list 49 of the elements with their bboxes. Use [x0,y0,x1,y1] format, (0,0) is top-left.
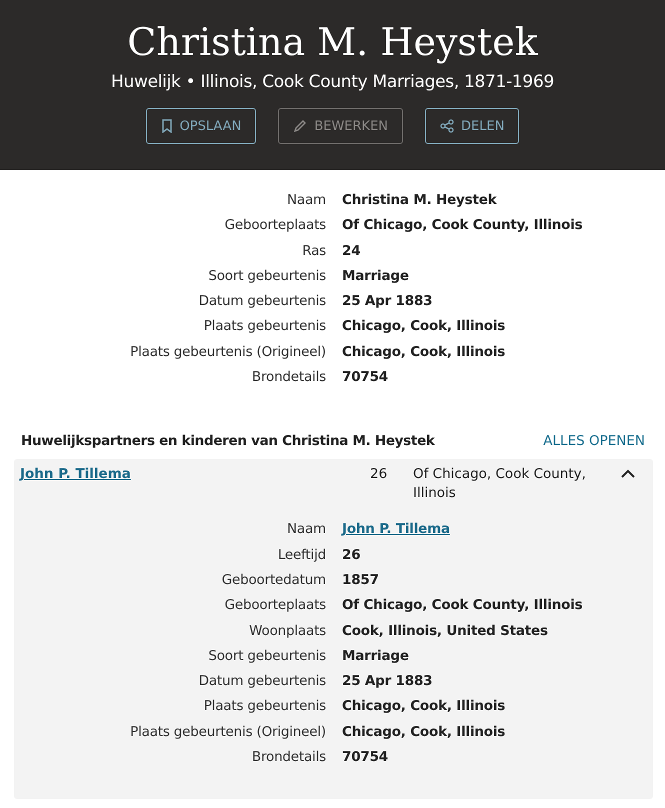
field-label: Geboortedatum [220,570,326,590]
field-label: Geboorteplaats [224,596,326,616]
field-label: Datum gebeurtenis [198,292,326,312]
field-label: Plaats gebeurtenis (Origineel) [129,722,326,742]
record-subtitle: Huwelijk • Illinois, Cook County Marriages, 1871-1969 [111,72,554,92]
section-heading: Huwelijkspartners en kinderen van Christina M. Heystek [21,433,435,450]
field-label: Brondetails [250,368,326,388]
caret-icon [621,469,635,478]
field-value: 26 [342,546,360,565]
expand-all-link[interactable]: ALLES OPENEN [543,433,645,450]
field-label: Soort gebeurtenis [207,646,326,666]
field-value: Of Chicago, Cook County, Illinois [342,216,583,236]
share-icon [440,119,454,133]
field-label: Geboorteplaats [224,216,326,236]
field-label: Leeftijd [276,546,326,565]
field-label: Plaats gebeurtenis [202,697,326,716]
field-value: Of Chicago, Cook County, Illinois [342,596,583,616]
field-label: Plaats gebeurtenis [202,317,326,336]
field-label: Plaats gebeurtenis (Origineel) [129,342,326,362]
field-label: Ras [301,242,326,261]
field-value: 25 Apr 1883 [342,292,432,312]
field-value: Christina M. Heystek [342,191,496,210]
field-value: Chicago, Cook, Illinois [342,342,506,362]
field-value: Chicago, Cook, Illinois [342,317,506,336]
field-label: Woonplaats [248,622,326,641]
share-button[interactable]: DELEN [425,108,520,144]
person-place: Of Chicago, Cook County, Illinois [413,465,587,504]
field-value: 1857 [342,570,379,590]
field-label: Brondetails [250,748,326,768]
pencil-icon [293,119,308,133]
bookmark-icon [160,119,173,133]
field-value: Cook, Illinois, United States [342,622,548,641]
field-label: Datum gebeurtenis [198,672,326,692]
field-value: 70754 [342,748,388,768]
field-value: Marriage [342,266,409,286]
field-label: Naam [286,191,326,210]
field-value: Chicago, Cook, Illinois [342,697,506,716]
person-age: 26 [370,465,388,484]
field-value-link[interactable]: John P. Tillema [342,517,450,543]
field-value: 24 [342,242,360,261]
record-title: Christina M. Heystek [127,19,538,66]
field-value: Chicago, Cook, Illinois [342,722,506,742]
field-label: Naam [286,520,326,540]
field-value: Marriage [342,646,409,666]
field-value: 70754 [342,368,388,388]
field-value: 25 Apr 1883 [342,672,432,692]
person-name-link[interactable]: John P. Tillema [20,465,370,484]
field-label: Soort gebeurtenis [207,266,326,286]
save-button[interactable]: OPSLAAN [146,108,256,144]
